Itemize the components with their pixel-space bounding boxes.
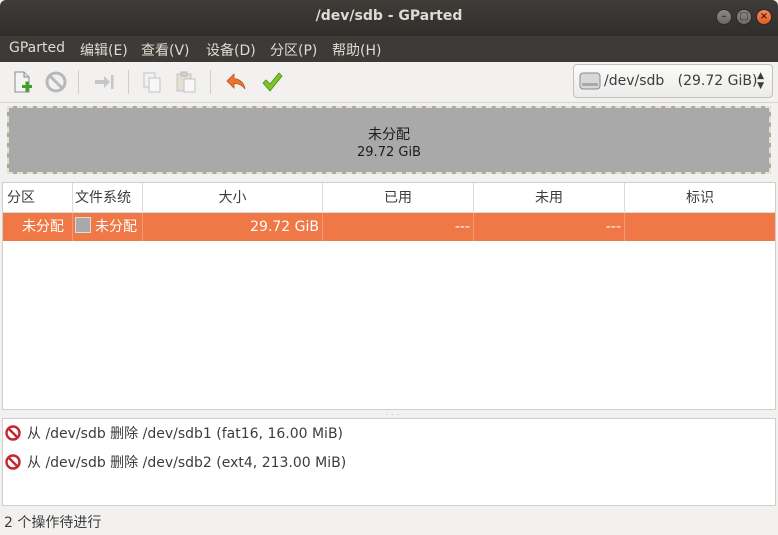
new-partition-button[interactable] bbox=[8, 68, 36, 96]
cell-filesystem: 未分配 bbox=[73, 213, 143, 241]
menu-bar: GParted 编辑(E) 查看(V) 设备(D) 分区(P) 帮助(H) bbox=[0, 36, 778, 62]
column-header-filesystem[interactable]: 文件系统 bbox=[73, 183, 143, 213]
menu-device[interactable]: 设备(D) bbox=[206, 40, 256, 60]
disk-map-label: 未分配 bbox=[368, 127, 410, 143]
copy-button[interactable] bbox=[138, 68, 166, 96]
paste-button[interactable] bbox=[172, 68, 200, 96]
undo-arrow-icon bbox=[226, 73, 246, 90]
resize-arrow-icon bbox=[95, 75, 114, 89]
menu-help[interactable]: 帮助(H) bbox=[332, 40, 381, 60]
cell-partition: 未分配 bbox=[3, 213, 73, 241]
menu-gparted[interactable]: GParted bbox=[9, 40, 65, 56]
checkmark-icon bbox=[262, 72, 283, 92]
device-selector-label: /dev/sdb (29.72 GiB) bbox=[604, 73, 758, 89]
toolbar-separator bbox=[78, 70, 79, 94]
pending-operations-list: 从 /dev/sdb 删除 /dev/sdb1 (fat16, 16.00 Mi… bbox=[2, 418, 776, 506]
toolbar-separator bbox=[210, 70, 211, 94]
column-header-unused[interactable]: 未用 bbox=[474, 183, 625, 213]
column-header-used[interactable]: 已用 bbox=[323, 183, 474, 213]
menu-partition[interactable]: 分区(P) bbox=[270, 40, 317, 60]
chevron-updown-icon: ▲ ▼ bbox=[757, 71, 764, 91]
cell-filesystem-label: 未分配 bbox=[95, 219, 137, 235]
column-header-size[interactable]: 大小 bbox=[143, 183, 323, 213]
menu-edit[interactable]: 编辑(E) bbox=[80, 40, 128, 60]
gparted-window: /dev/sdb - GParted – □ × GParted 编辑(E) 查… bbox=[0, 0, 778, 535]
status-bar: 2 个操作待进行 bbox=[4, 515, 102, 531]
table-row[interactable]: 未分配 未分配 29.72 GiB --- --- bbox=[3, 213, 775, 241]
device-selector[interactable]: /dev/sdb (29.72 GiB) ▲ ▼ bbox=[573, 64, 773, 98]
no-entry-icon bbox=[45, 71, 67, 93]
column-header-partition[interactable]: 分区 bbox=[3, 183, 73, 213]
filesystem-color-swatch bbox=[75, 217, 91, 233]
apply-button[interactable] bbox=[258, 68, 286, 96]
operation-label: 从 /dev/sdb 删除 /dev/sdb2 (ext4, 213.00 Mi… bbox=[27, 455, 347, 471]
window-title: /dev/sdb - GParted bbox=[315, 8, 463, 24]
disk-map-size: 29.72 GiB bbox=[357, 145, 421, 160]
maximize-button[interactable]: □ bbox=[736, 9, 752, 25]
cell-size: 29.72 GiB bbox=[143, 213, 323, 241]
paste-icon bbox=[176, 71, 196, 93]
toolbar-separator bbox=[128, 70, 129, 94]
disk-map-unallocated[interactable]: 未分配 29.72 GiB bbox=[7, 106, 771, 174]
copy-icon bbox=[143, 72, 161, 93]
column-header-flags[interactable]: 标识 bbox=[625, 183, 775, 213]
undo-button[interactable] bbox=[222, 68, 250, 96]
cell-used: --- bbox=[323, 213, 474, 241]
list-item[interactable]: 从 /dev/sdb 删除 /dev/sdb1 (fat16, 16.00 Mi… bbox=[5, 421, 343, 447]
resize-move-button[interactable] bbox=[90, 68, 118, 96]
hard-disk-icon bbox=[579, 72, 601, 90]
operation-label: 从 /dev/sdb 删除 /dev/sdb1 (fat16, 16.00 Mi… bbox=[27, 426, 344, 442]
menu-view[interactable]: 查看(V) bbox=[141, 40, 190, 60]
delete-button[interactable] bbox=[42, 68, 70, 96]
new-document-icon bbox=[14, 71, 32, 93]
list-item[interactable]: 从 /dev/sdb 删除 /dev/sdb2 (ext4, 213.00 Mi… bbox=[5, 450, 346, 476]
pane-splitter[interactable]: · · · bbox=[0, 410, 778, 419]
minimize-button[interactable]: – bbox=[716, 9, 732, 25]
partition-table: 分区 文件系统 大小 已用 未用 标识 未分配 未分配 29.72 GiB --… bbox=[2, 182, 776, 410]
cell-unused: --- bbox=[474, 213, 625, 241]
title-bar: /dev/sdb - GParted – □ × bbox=[0, 0, 778, 36]
close-button[interactable]: × bbox=[756, 9, 772, 25]
cell-flags bbox=[625, 213, 775, 241]
delete-operation-icon bbox=[5, 454, 21, 470]
delete-operation-icon bbox=[5, 425, 21, 441]
